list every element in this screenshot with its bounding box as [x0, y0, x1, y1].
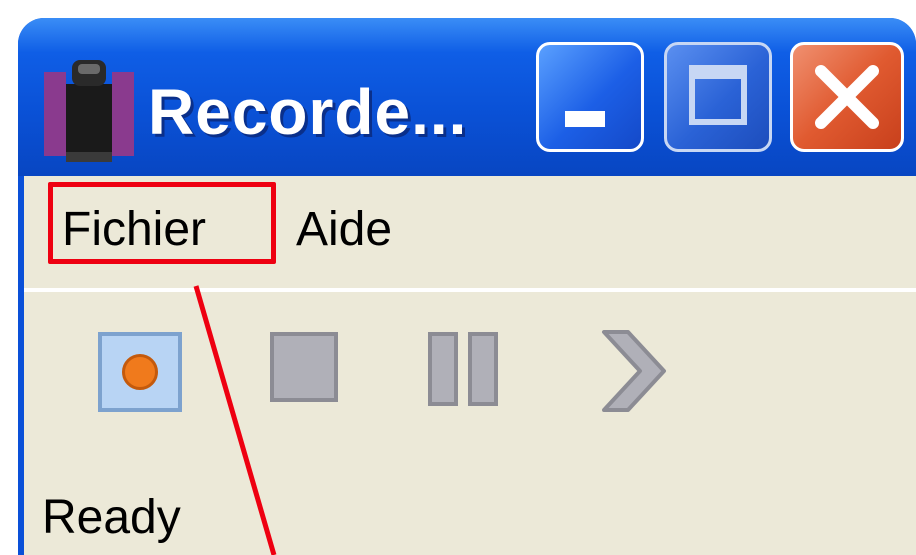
- menu-aide[interactable]: Aide: [296, 200, 392, 260]
- close-icon: [815, 65, 879, 129]
- pause-icon: [428, 332, 458, 406]
- tape-recorder-icon: [44, 60, 134, 162]
- highlight-box: [48, 182, 276, 264]
- record-button[interactable]: [98, 332, 182, 412]
- minimize-button[interactable]: [536, 42, 644, 152]
- menu-bar: Fichier Aide: [24, 176, 916, 272]
- title-bar[interactable]: Recorde...: [18, 18, 916, 176]
- window-title: Recorde...: [148, 76, 468, 148]
- pause-button[interactable]: [428, 332, 500, 406]
- status-text: Ready: [42, 491, 181, 544]
- recorder-window: Recorde... Fichier Aide Ready: [18, 18, 916, 555]
- maximize-icon: [689, 65, 747, 125]
- client-area: Fichier Aide Ready: [18, 176, 916, 555]
- record-icon: [122, 354, 158, 390]
- maximize-button[interactable]: [664, 42, 772, 152]
- pause-icon-bar: [468, 332, 498, 406]
- play-icon: [602, 330, 666, 412]
- close-button[interactable]: [790, 42, 904, 152]
- minimize-icon: [565, 111, 605, 127]
- menu-separator: [24, 288, 916, 292]
- stop-button[interactable]: [270, 332, 338, 402]
- play-button[interactable]: [598, 326, 668, 416]
